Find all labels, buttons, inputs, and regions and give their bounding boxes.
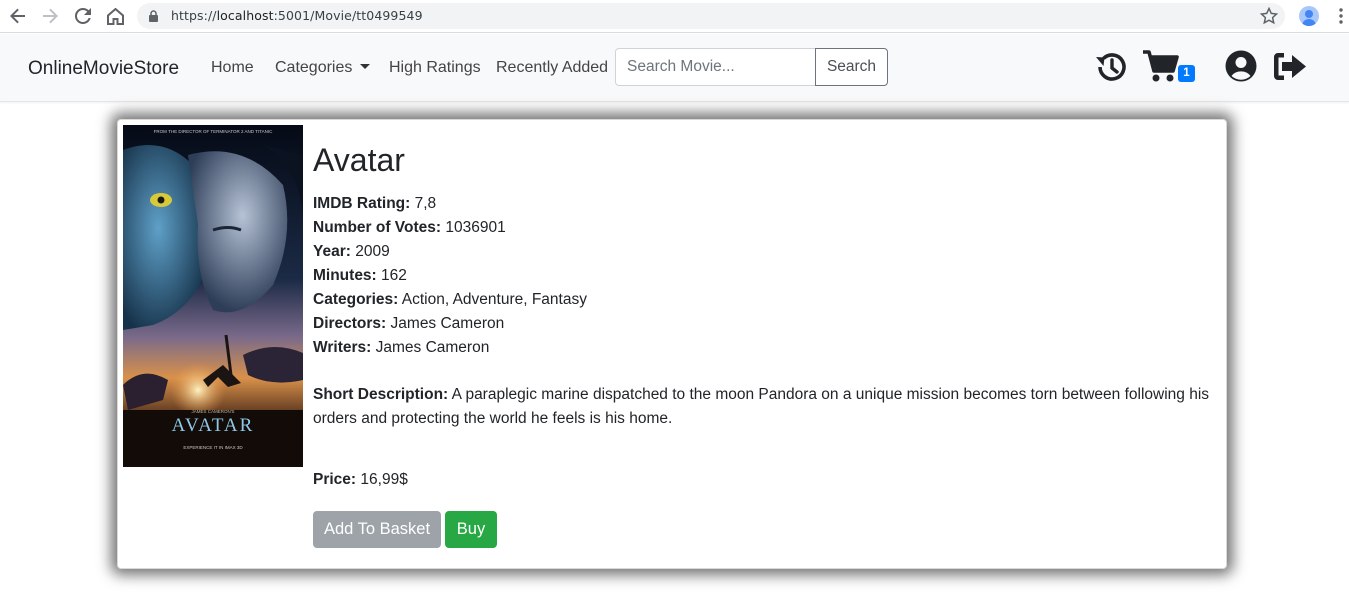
brand-link[interactable]: OnlineMovieStore [28, 58, 179, 80]
movie-title: Avatar [313, 142, 405, 178]
url-text: https://localhost:5001/Movie/tt0499549 [171, 8, 423, 23]
nav-categories-dropdown[interactable]: Categories [275, 59, 371, 77]
nav-recently-added[interactable]: Recently Added [496, 59, 608, 77]
poster-title: AVATAR [172, 415, 255, 436]
add-to-basket-button[interactable]: Add To Basket [313, 511, 441, 548]
cart-count-badge: 1 [1178, 65, 1195, 82]
reload-icon[interactable] [72, 5, 94, 27]
nav-home[interactable]: Home [211, 59, 254, 77]
lock-icon [149, 10, 158, 22]
detail-rating: IMDB Rating: 7,8 [313, 195, 437, 212]
cart-icon[interactable] [1142, 49, 1180, 83]
poster-credit: JAMES CAMERON'S [191, 409, 234, 414]
caret-down-icon [360, 64, 371, 69]
search-button[interactable]: Search [815, 48, 888, 86]
browser-toolbar: https://localhost:5001/Movie/tt0499549 [0, 0, 1349, 33]
detail-year: Year: 2009 [313, 243, 390, 260]
poster-tagline: FROM THE DIRECTOR OF TERMINATOR 2 AND TI… [154, 129, 273, 134]
movie-details: IMDB Rating: 7,8 Number of Votes: 103690… [313, 192, 587, 360]
movie-price: Price: 16,99$ [313, 471, 408, 488]
poster-footer: EXPERIENCE IT IN IMAX 3D [183, 445, 243, 450]
detail-writers: Writers: James Cameron [313, 339, 490, 356]
detail-directors: Directors: James Cameron [313, 315, 505, 332]
nav-high-ratings[interactable]: High Ratings [389, 59, 481, 77]
address-bar[interactable]: https://localhost:5001/Movie/tt0499549 [137, 3, 1285, 29]
detail-categories: Categories: Action, Adventure, Fantasy [313, 291, 587, 308]
home-icon[interactable] [104, 5, 126, 27]
logout-icon[interactable] [1273, 52, 1307, 81]
movie-detail-card: FROM THE DIRECTOR OF TERMINATOR 2 AND TI… [117, 119, 1227, 569]
buy-button[interactable]: Buy [445, 511, 497, 548]
user-icon[interactable] [1225, 50, 1257, 82]
site-navbar: OnlineMovieStore Home Categories High Ra… [0, 34, 1349, 102]
movie-poster: FROM THE DIRECTOR OF TERMINATOR 2 AND TI… [123, 125, 303, 467]
search-input[interactable] [615, 48, 816, 86]
detail-minutes: Minutes: 162 [313, 267, 407, 284]
movie-description: Short Description: A paraplegic marine d… [313, 386, 1210, 427]
history-icon[interactable] [1094, 51, 1128, 83]
forward-icon[interactable] [39, 5, 61, 27]
bookmark-star-icon[interactable] [1259, 6, 1279, 26]
back-icon[interactable] [7, 5, 29, 27]
nav-categories-label: Categories [275, 59, 353, 76]
profile-avatar[interactable] [1299, 6, 1319, 26]
detail-votes: Number of Votes: 1036901 [313, 219, 506, 236]
browser-menu-icon[interactable] [1335, 7, 1347, 25]
